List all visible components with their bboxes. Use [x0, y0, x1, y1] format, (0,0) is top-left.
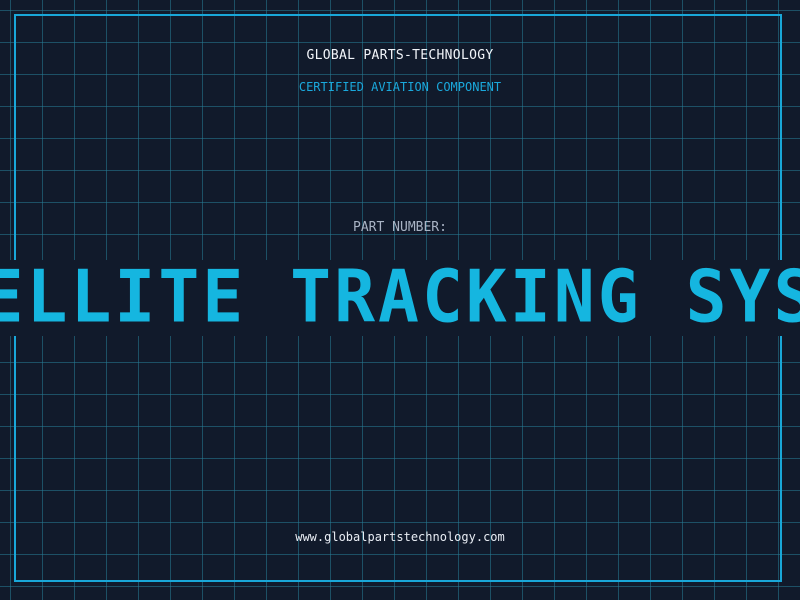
part-number-value: SATELLITE TRACKING SYSTEM [0, 260, 800, 336]
part-number-band: SATELLITE TRACKING SYSTEM [0, 260, 800, 336]
part-label-card: GLOBAL PARTS-TECHNOLOGY CERTIFIED AVIATI… [0, 0, 800, 600]
part-number-label: PART NUMBER: [353, 220, 447, 235]
website-url: www.globalpartstechnology.com [295, 530, 505, 544]
certification-tagline: CERTIFIED AVIATION COMPONENT [298, 80, 502, 94]
company-name: GLOBAL PARTS-TECHNOLOGY [306, 48, 494, 63]
